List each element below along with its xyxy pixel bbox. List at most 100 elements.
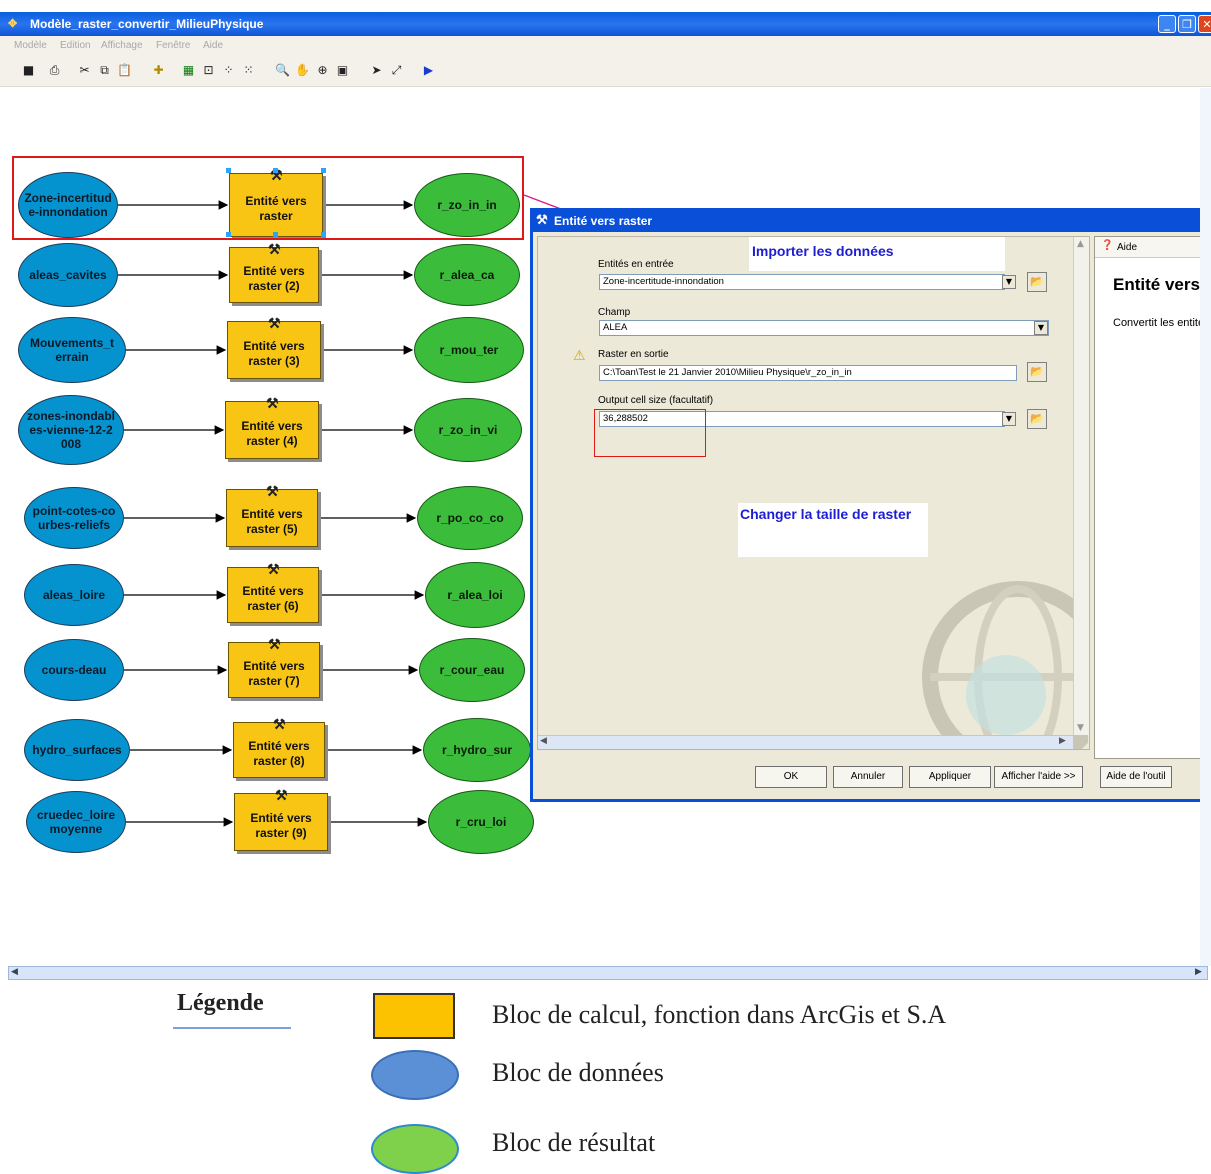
- warning-icon: ⚠: [573, 348, 586, 364]
- output-raster-field[interactable]: C:\Toan\Test le 21 Janvier 2010\Milieu P…: [599, 365, 1017, 381]
- selection-handle[interactable]: [321, 232, 326, 237]
- legend-title: Légende: [177, 990, 264, 1016]
- canvas-hscroll[interactable]: ◀ ▶: [8, 966, 1208, 980]
- tool-block-label: Entité vers raster (4): [241, 419, 303, 448]
- tool-block[interactable]: ⚒ Entité vers raster (2): [229, 242, 319, 303]
- data-block[interactable]: hydro_surfaces: [24, 719, 130, 781]
- cellsize-dropdown-button[interactable]: ▼: [1002, 412, 1016, 426]
- hammer-icon: ⚒: [268, 241, 281, 257]
- parameters-panel: Importer les données Entités en entrée Z…: [537, 236, 1090, 750]
- panel-hscroll[interactable]: ◀ ▶: [538, 735, 1073, 749]
- result-block[interactable]: r_po_co_co: [417, 486, 523, 550]
- result-block[interactable]: r_alea_ca: [414, 244, 520, 306]
- selection-handle[interactable]: [273, 232, 278, 237]
- cellsize-browse-icon[interactable]: 📂: [1027, 409, 1047, 429]
- field-select[interactable]: ALEA: [599, 320, 1049, 336]
- apply-button[interactable]: Appliquer: [909, 766, 991, 788]
- input-features-label: Entités en entrée: [598, 259, 674, 270]
- result-block[interactable]: r_mou_ter: [414, 317, 524, 383]
- tool-block[interactable]: ⚒ Entité vers raster (9): [234, 788, 328, 851]
- field-dropdown-button[interactable]: ▼: [1034, 321, 1048, 335]
- data-block[interactable]: cruedec_loire moyenne: [26, 791, 126, 853]
- help-icon: ❓: [1101, 240, 1114, 251]
- scroll-up-icon[interactable]: ▲: [1077, 239, 1084, 249]
- result-block[interactable]: r_hydro_sur: [423, 718, 531, 782]
- hammer-icon: ⚒: [268, 636, 281, 652]
- tool-dialog: ⚒ Entité vers raster Importer les donnée…: [530, 208, 1211, 802]
- result-block[interactable]: r_alea_loi: [425, 562, 525, 628]
- ok-button[interactable]: OK: [755, 766, 827, 788]
- input-browse-icon[interactable]: 📂: [1027, 272, 1047, 292]
- hammer-icon: ⚒: [266, 395, 279, 411]
- data-block[interactable]: zones-inondabl es-vienne-12-2 008: [18, 395, 124, 465]
- legend-label-result: Bloc de résultat: [492, 1128, 656, 1157]
- tool-block[interactable]: ⚒ Entité vers raster (7): [228, 637, 320, 698]
- hammer-icon: ⚒: [275, 787, 288, 803]
- tool-block-label: Entité vers raster (5): [241, 507, 303, 536]
- help-text: Convertit les entité: [1113, 317, 1205, 329]
- input-features-field[interactable]: Zone-incertitude-innondation: [599, 274, 1005, 290]
- tool-block-label: Entité vers raster (6): [242, 584, 304, 613]
- tool-block-label: Entité vers raster (7): [243, 659, 305, 688]
- scroll-down-icon[interactable]: ▼: [1077, 723, 1084, 733]
- selection-handle[interactable]: [273, 168, 278, 173]
- legend-label-calc: Bloc de calcul, fonction dans ArcGis et …: [492, 1000, 947, 1029]
- selection-handle[interactable]: [226, 232, 231, 237]
- panel-vscroll[interactable]: ▲ ▼: [1073, 237, 1089, 735]
- result-block[interactable]: r_cour_eau: [419, 638, 525, 702]
- selection-handle[interactable]: [321, 168, 326, 173]
- dialog-title: Entité vers raster: [554, 214, 653, 228]
- tool-block-label: Entité vers raster (2): [243, 264, 305, 293]
- data-block[interactable]: aleas_cavites: [18, 243, 118, 307]
- output-browse-icon[interactable]: 📂: [1027, 362, 1047, 382]
- globe-watermark: [922, 581, 1088, 749]
- cellsize-callout: Changer la taille de raster: [738, 503, 928, 557]
- cellsize-label: Output cell size (facultatif): [598, 395, 714, 406]
- data-block[interactable]: cours-deau: [24, 639, 124, 701]
- hscroll-left-icon[interactable]: ◀: [11, 967, 18, 977]
- data-block[interactable]: point-cotes-co urbes-reliefs: [24, 487, 124, 549]
- tool-block[interactable]: ⚒ Entité vers raster (8): [233, 717, 325, 778]
- tool-block-label: Entité vers raster (8): [248, 739, 310, 768]
- result-block[interactable]: r_zo_in_vi: [414, 398, 522, 462]
- help-panel: ❓ Aide Entité vers Convertit les entité: [1094, 236, 1211, 759]
- input-dropdown-button[interactable]: ▼: [1002, 275, 1016, 289]
- data-block[interactable]: aleas_loire: [24, 564, 124, 626]
- tool-block[interactable]: ⚒ Entité vers raster (5): [226, 484, 318, 547]
- hscroll-right-icon[interactable]: ▶: [1195, 967, 1202, 977]
- result-block[interactable]: r_cru_loi: [428, 790, 534, 854]
- legend-label-data: Bloc de données: [492, 1058, 664, 1087]
- legend-swatch-data: [371, 1050, 459, 1100]
- tool-block[interactable]: ⚒ Entité vers raster (4): [225, 396, 319, 459]
- cellsize-callout-text: Changer la taille de raster: [740, 506, 912, 522]
- help-title: Entité vers: [1113, 275, 1200, 294]
- tool-block[interactable]: ⚒ Entité vers raster (6): [227, 562, 319, 623]
- hammer-icon: ⚒: [267, 561, 280, 577]
- output-raster-label: Raster en sortie: [598, 349, 669, 360]
- tool-help-button[interactable]: Aide de l'outil: [1100, 766, 1172, 788]
- field-label: Champ: [598, 307, 631, 318]
- selection-handle[interactable]: [226, 168, 231, 173]
- tool-block-label: Entité vers raster (9): [250, 811, 312, 840]
- legend-swatch-calc: [373, 993, 455, 1039]
- help-tab-label[interactable]: Aide: [1117, 242, 1137, 253]
- cellsize-highlight: [594, 409, 706, 457]
- hammer-icon: ⚒: [536, 212, 548, 227]
- highlight-rectangle: [12, 156, 524, 240]
- legend-swatch-result: [371, 1124, 459, 1174]
- scroll-left-icon[interactable]: ◀: [540, 736, 547, 746]
- hammer-icon: ⚒: [273, 716, 286, 732]
- import-callout: Importer les données: [749, 237, 1005, 271]
- tool-block[interactable]: ⚒ Entité vers raster (3): [227, 316, 321, 379]
- dialog-title-bar: ⚒ Entité vers raster: [530, 208, 1211, 232]
- data-block[interactable]: Mouvements_t errain: [18, 317, 126, 383]
- hammer-icon: ⚒: [266, 483, 279, 499]
- import-callout-text: Importer les données: [752, 243, 894, 259]
- canvas-vscroll[interactable]: [1200, 88, 1211, 966]
- show-help-button[interactable]: Afficher l'aide >>: [994, 766, 1083, 788]
- scroll-right-icon[interactable]: ▶: [1059, 736, 1066, 746]
- legend-underline: [173, 1027, 291, 1029]
- dialog-body: Importer les données Entités en entrée Z…: [533, 232, 1211, 799]
- tool-block-label: Entité vers raster (3): [243, 339, 305, 368]
- cancel-button[interactable]: Annuler: [833, 766, 903, 788]
